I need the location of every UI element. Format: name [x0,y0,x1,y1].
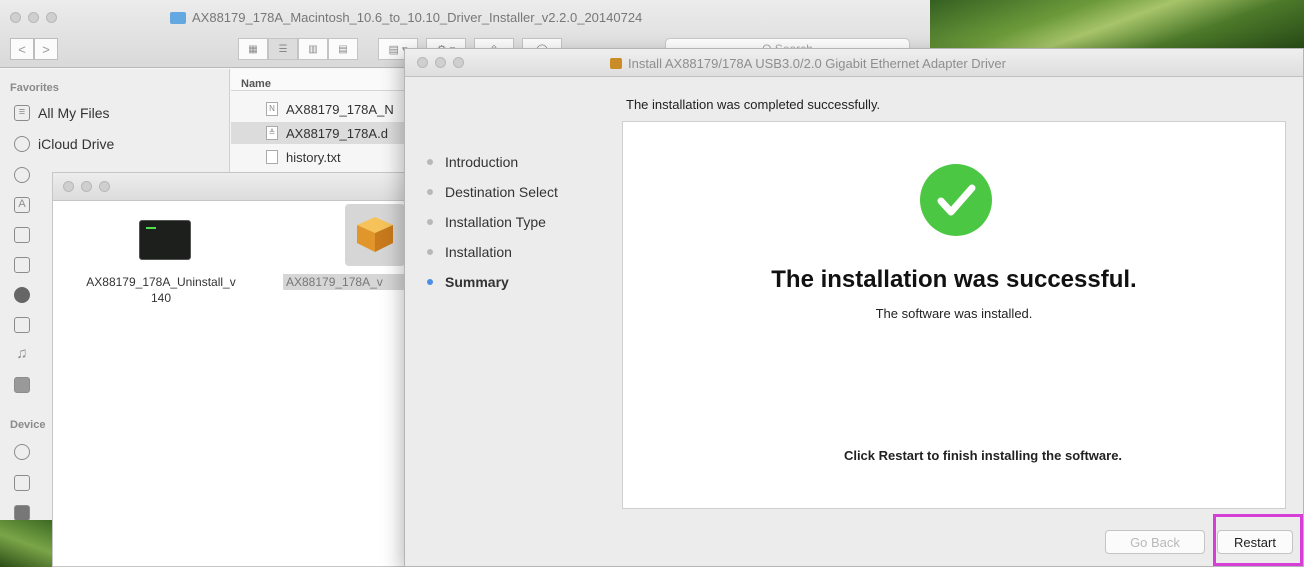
sidebar-item-applications[interactable]: A [14,197,30,213]
sidebar-item-downloads[interactable] [14,287,30,303]
desktop-wallpaper-strip [0,520,52,567]
mounted-volume-window: AX88179_178A_Uninstall_v 140 AX88179_178… [52,172,432,567]
step-installation-type: Installation Type [427,207,558,237]
sidebar-item-pictures[interactable] [14,377,30,393]
airdrop-icon [14,167,30,183]
column-view-button[interactable]: ▥ [298,38,328,60]
text-file-icon [266,150,278,164]
finder-window-controls[interactable] [10,12,57,23]
step-destination-select: Destination Select [427,177,558,207]
forward-button[interactable]: > [34,38,58,60]
checkmark-icon [937,184,976,216]
step-bullet [427,189,433,195]
minimize-button[interactable] [81,181,92,192]
step-bullet [427,159,433,165]
step-bullet [427,249,433,255]
sidebar-item-remote-disc[interactable] [14,444,30,460]
favorites-header: Favorites [10,82,59,94]
coverflow-view-button[interactable]: ▤ [328,38,358,60]
go-back-button[interactable]: Go Back [1105,530,1205,554]
disc-icon [14,444,30,460]
package-icon[interactable] [355,215,395,253]
step-bullet-current [427,279,433,285]
sidebar-item-icloud-drive[interactable]: iCloud Drive [14,136,114,152]
close-button[interactable] [10,12,21,23]
installer-steps: Introduction Destination Select Installa… [427,147,558,297]
success-subtitle: The software was installed. [875,306,1033,321]
step-introduction: Introduction [427,147,558,177]
computer-icon [14,475,30,491]
installer-window: Install AX88179/178A USB3.0/2.0 Gigabit … [404,48,1304,567]
zoom-button[interactable] [46,12,57,23]
volume-window-titlebar [53,173,432,201]
success-checkmark-icon [920,164,992,236]
installer-package-label[interactable]: AX88179_178A_v [283,274,413,290]
installer-title: Install AX88179/178A USB3.0/2.0 Gigabit … [610,56,1006,71]
installer-package-icon [610,58,622,69]
all-files-icon: ≡ [14,105,30,121]
close-button[interactable] [417,57,428,68]
restart-highlight-box [1213,514,1303,566]
sidebar-item-mac[interactable] [14,475,30,491]
download-icon [14,287,30,303]
zoom-button[interactable] [99,181,110,192]
sidebar-item-airdrop[interactable] [14,167,30,183]
step-installation: Installation [427,237,558,267]
sidebar-item-movies[interactable] [14,317,30,333]
step-summary: Summary [427,267,558,297]
uninstall-script-label[interactable]: AX88179_178A_Uninstall_v 140 [61,274,261,306]
sidebar-item-music[interactable]: ♫ [14,345,30,363]
uninstall-script-icon[interactable] [139,220,191,260]
documents-icon [14,257,30,273]
completion-message: The installation was completed successfu… [626,97,881,112]
desktop-icon [14,227,30,243]
camera-icon [14,377,30,393]
folder-icon [170,11,186,24]
view-mode-buttons: ▦ ☰ ▥ ▤ [238,38,358,60]
installer-titlebar: Install AX88179/178A USB3.0/2.0 Gigabit … [405,49,1303,77]
sidebar-item-drive[interactable] [14,505,30,521]
minimize-button[interactable] [28,12,39,23]
back-button[interactable]: < [10,38,34,60]
restart-instruction: Click Restart to finish installing the s… [843,448,1123,463]
installer-window-controls[interactable] [417,57,464,68]
minimize-button[interactable] [435,57,446,68]
desktop-wallpaper [915,0,1304,50]
sidebar-item-desktop[interactable] [14,227,30,243]
zoom-button[interactable] [453,57,464,68]
close-button[interactable] [63,181,74,192]
finder-window-title: AX88179_178A_Macintosh_10.6_to_10.10_Dri… [170,10,642,25]
list-view-button[interactable]: ☰ [268,38,298,60]
step-bullet [427,219,433,225]
sidebar-item-all-my-files[interactable]: ≡ All My Files [14,105,110,121]
music-icon: ♫ [16,345,28,362]
icon-view-button[interactable]: ▦ [238,38,268,60]
navigation-buttons: < > [10,38,58,60]
applications-icon: A [14,197,30,213]
film-icon [14,317,30,333]
cloud-icon [14,136,30,152]
devices-header: Device [10,419,46,431]
document-icon: N [266,102,278,116]
drive-icon [14,505,30,521]
sidebar-item-documents[interactable] [14,257,30,273]
volume-window-controls[interactable] [63,181,110,192]
disk-image-icon: ≙ [266,126,278,140]
summary-panel: The installation was successful. The sof… [622,121,1286,509]
success-heading: The installation was successful. [771,266,1137,293]
